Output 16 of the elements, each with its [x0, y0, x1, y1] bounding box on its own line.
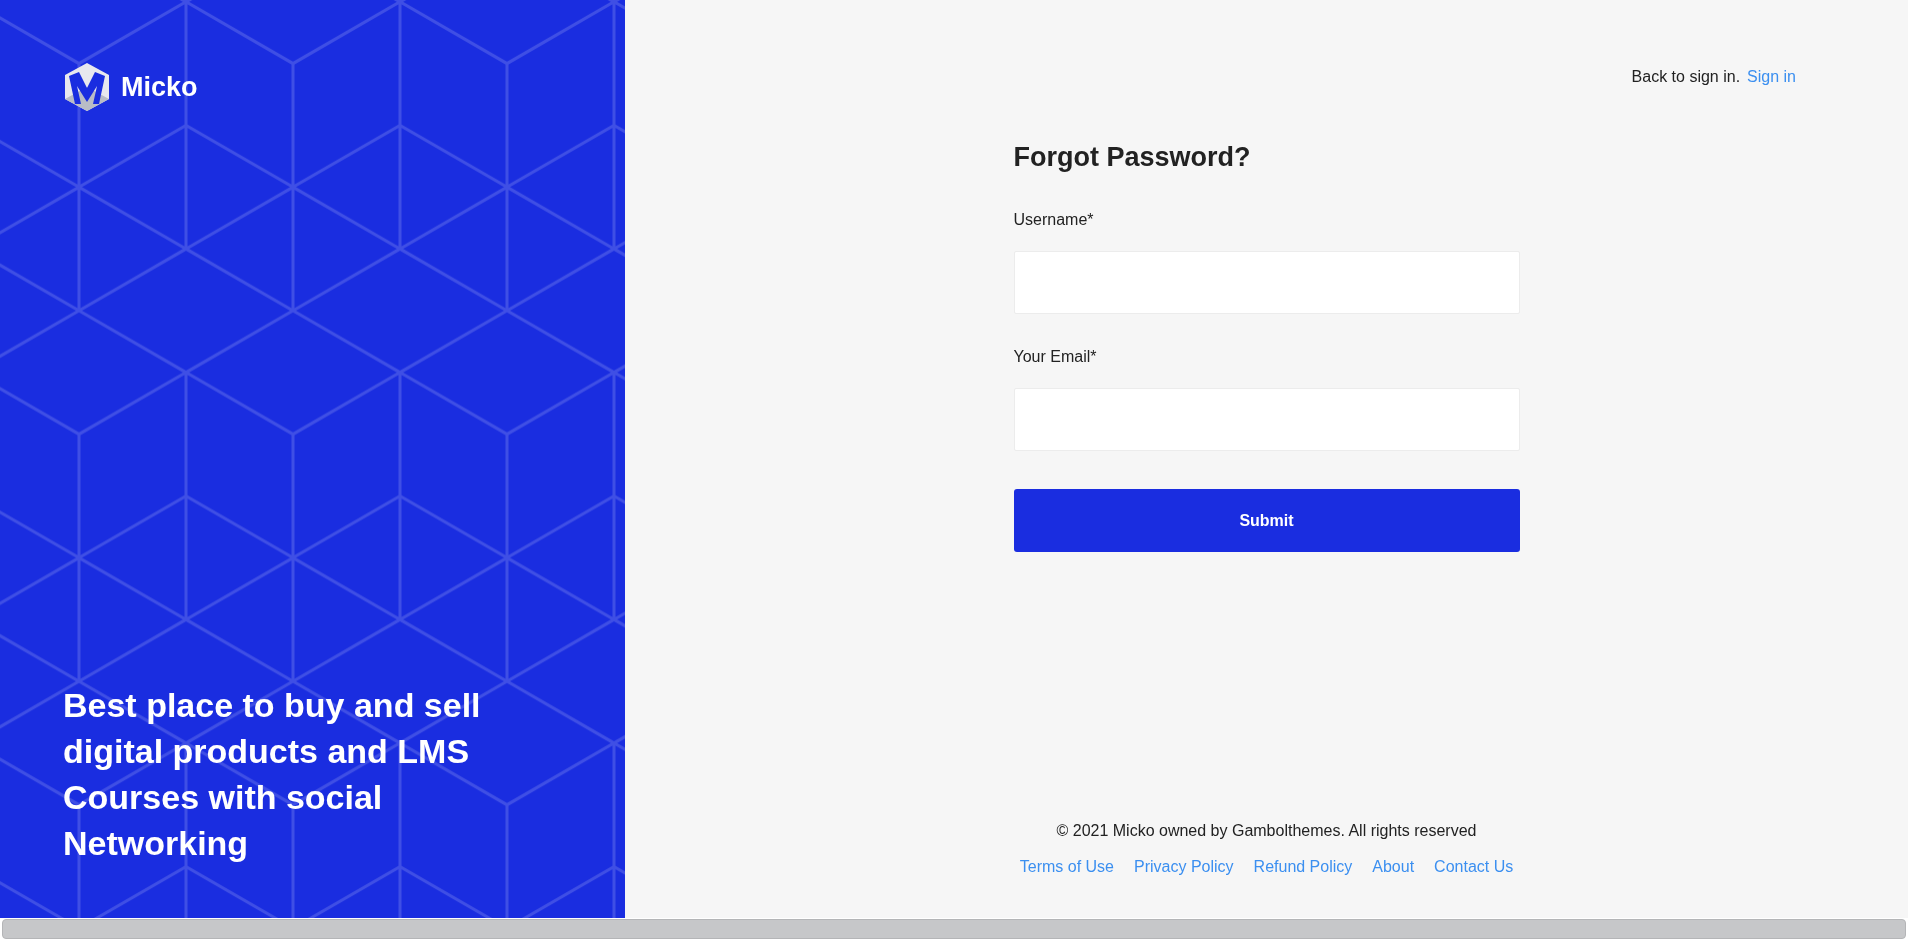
footer-link[interactable]: Contact Us	[1434, 858, 1514, 876]
back-prompt: Back to sign in.	[1631, 68, 1741, 86]
submit-button[interactable]: Submit	[1013, 489, 1520, 552]
footer-link[interactable]: Terms of Use	[1019, 858, 1114, 876]
scrollbar[interactable]	[2, 919, 1906, 939]
copyright-text: © 2021 Micko owned by Gambolthemes. All rights reserved	[1056, 822, 1477, 840]
footer-link[interactable]: About	[1372, 858, 1415, 876]
field-label: Your Email*	[1013, 348, 1098, 366]
form-title: Forgot Password?	[1013, 142, 1252, 173]
footer-link[interactable]: Privacy Policy	[1134, 858, 1234, 876]
logo-icon	[63, 62, 111, 112]
field-label: Username*	[1013, 211, 1095, 229]
footer-link[interactable]: Refund Policy	[1253, 858, 1353, 876]
tagline: Best place to buy and sell digital products and LMS Courses with social Networking	[63, 685, 482, 864]
sign-in-link[interactable]: Sign in	[1747, 68, 1796, 86]
brand-name: Micko	[121, 71, 198, 103]
